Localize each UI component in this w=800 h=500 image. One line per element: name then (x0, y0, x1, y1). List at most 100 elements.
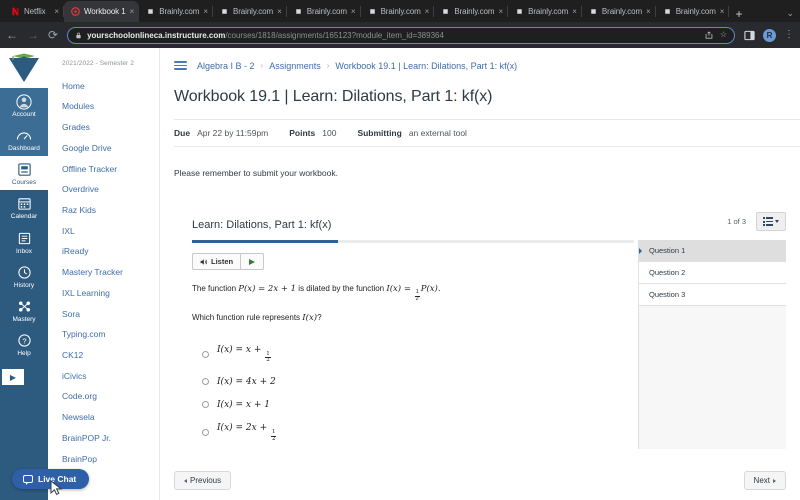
course-nav-google-drive[interactable]: Google Drive (48, 138, 159, 159)
course-nav-modules[interactable]: Modules (48, 97, 159, 118)
back-button[interactable]: ← (6, 29, 18, 41)
choice-prefix: I(x) = 2x + (217, 422, 270, 433)
radio-button[interactable] (202, 401, 209, 409)
browser-actions: R ⋮ (744, 28, 794, 42)
browser-tab[interactable]: Brainly.com × (434, 1, 508, 22)
course-nav-grades[interactable]: Grades (48, 117, 159, 138)
sidebar-item-mastery[interactable]: Mastery (0, 293, 48, 327)
new-tab-button[interactable]: + (729, 8, 748, 22)
sidebar-item-courses[interactable]: Courses (0, 156, 48, 191)
browser-tab[interactable]: Brainly.com × (361, 1, 435, 22)
sidebar-item-dashboard[interactable]: Dashboard (0, 122, 48, 157)
course-nav-newsela[interactable]: Newsela (48, 408, 159, 429)
course-nav-sora[interactable]: Sora (48, 304, 159, 325)
side-panel-icon[interactable] (744, 30, 755, 41)
reload-button[interactable]: ⟳ (48, 29, 58, 41)
tab-close-icon[interactable]: × (646, 7, 651, 16)
tab-close-icon[interactable]: × (277, 7, 282, 16)
course-nav-ixl-learning[interactable]: IXL Learning (48, 283, 159, 304)
question-list-item[interactable]: Question 3 (639, 284, 786, 306)
course-nav-typing-com[interactable]: Typing.com (48, 325, 159, 346)
answer-choice[interactable]: I(x) = 2x + 12 (192, 416, 634, 448)
tab-close-icon[interactable]: × (130, 7, 135, 16)
tab-close-icon[interactable]: × (572, 7, 577, 16)
browser-tab[interactable]: Brainly.com × (287, 1, 361, 22)
course-nav-code-org[interactable]: Code.org (48, 387, 159, 408)
course-nav-ck12[interactable]: CK12 (48, 345, 159, 366)
previous-button[interactable]: Previous (174, 471, 232, 490)
answer-choice[interactable]: I(x) = x + 1 (192, 393, 634, 416)
browser-tab-active[interactable]: Workbook 1 × (64, 1, 140, 22)
fraction-denominator: 2 (266, 357, 270, 364)
forward-button[interactable]: → (27, 29, 39, 41)
tab-close-icon[interactable]: × (425, 7, 430, 16)
breadcrumb-current[interactable]: Workbook 19.1 | Learn: Dilations, Part 1… (335, 61, 517, 71)
address-bar[interactable]: yourschoolonlineca.instructure.com/cours… (67, 26, 735, 44)
radio-button[interactable] (202, 350, 209, 358)
next-button[interactable]: Next (743, 471, 786, 490)
tab-title: Brainly.com (601, 7, 643, 16)
due-label: Due (174, 128, 191, 138)
site-logo[interactable] (0, 48, 48, 88)
browser-tab[interactable]: Netflix × (4, 1, 64, 22)
browser-menu-icon[interactable]: ⋮ (784, 30, 794, 40)
play-button[interactable] (240, 254, 263, 269)
tab-close-icon[interactable]: × (203, 7, 208, 16)
course-nav-mastery-tracker[interactable]: Mastery Tracker (48, 262, 159, 283)
sidebar-item-account[interactable]: Account (0, 88, 48, 123)
hamburger-menu-icon[interactable] (174, 60, 187, 71)
main-content: Algebra I B - 2 › Assignments › Workbook… (160, 48, 800, 500)
browser-tab[interactable]: Brainly.com × (213, 1, 287, 22)
answer-choice-text: I(x) = x + 12 (217, 345, 272, 364)
course-nav-iready[interactable]: iReady (48, 242, 159, 263)
bookmark-star-icon[interactable]: ☆ (720, 31, 727, 39)
expand-nav-button[interactable]: ▶ (2, 369, 24, 386)
browser-tab[interactable]: Brainly.com × (656, 1, 730, 22)
breadcrumb-assignments[interactable]: Assignments (269, 61, 321, 71)
radio-button[interactable] (202, 429, 209, 436)
brainly-icon (443, 9, 449, 14)
course-nav-icivics[interactable]: iCivics (48, 366, 159, 387)
sidebar-item-label: Account (12, 111, 36, 118)
browser-tab[interactable]: Brainly.com × (582, 1, 656, 22)
listen-label: Listen (211, 257, 234, 266)
share-icon[interactable] (705, 31, 713, 39)
course-nav-ixl[interactable]: IXL (48, 221, 159, 242)
tool-header-actions: 1 of 3 (727, 212, 786, 231)
answer-choice[interactable]: I(x) = x + 12 (192, 338, 634, 370)
question-list-button[interactable] (756, 212, 786, 231)
course-nav-raz-kids[interactable]: Raz Kids (48, 200, 159, 221)
lock-icon (76, 32, 81, 38)
chat-bubble-icon (23, 475, 33, 486)
tab-close-icon[interactable]: × (498, 7, 503, 16)
sidebar-item-calendar[interactable]: Calendar (0, 190, 48, 224)
tab-close-icon[interactable]: × (54, 7, 59, 16)
profile-avatar[interactable]: R (763, 28, 776, 42)
points-label: Points (289, 128, 316, 138)
answer-choice[interactable]: I(x) = 4x + 2 (192, 370, 634, 393)
tab-close-icon[interactable]: × (720, 7, 725, 16)
assignment-description: Please remember to submit your workbook. (174, 168, 338, 178)
page-content: Account Dashboard Courses Calendar Inbox… (0, 48, 800, 500)
tool-title: Learn: Dilations, Part 1: kf(x) (192, 219, 332, 231)
course-nav-home[interactable]: Home (48, 76, 159, 97)
brainly-icon (517, 9, 522, 14)
browser-tab[interactable]: Brainly.com × (508, 1, 582, 22)
listen-button[interactable]: Listen (193, 254, 240, 269)
question-list-item[interactable]: Question 2 (639, 262, 786, 284)
sidebar-item-inbox[interactable]: Inbox (0, 225, 48, 259)
previous-label: Previous (190, 476, 222, 485)
sidebar-item-history[interactable]: History (0, 259, 48, 293)
course-nav-offline-tracker[interactable]: Offline Tracker (48, 159, 159, 180)
course-nav-overdrive[interactable]: Overdrive (48, 180, 159, 201)
question-list-item[interactable]: Question 1 (639, 240, 786, 262)
tab-list-chevron-icon[interactable]: ⌄ (786, 8, 800, 22)
breadcrumb-course[interactable]: Algebra I B - 2 (197, 61, 255, 71)
tab-close-icon[interactable]: × (351, 7, 356, 16)
course-nav-brainpop-jr[interactable]: BrainPOP Jr. (48, 428, 159, 449)
sidebar-item-help[interactable]: ? Help (0, 327, 48, 361)
course-nav-brainpop[interactable]: BrainPop (48, 449, 159, 470)
browser-tab[interactable]: Brainly.com × (139, 1, 213, 22)
brainly-icon (296, 9, 301, 14)
radio-button[interactable] (202, 378, 209, 386)
